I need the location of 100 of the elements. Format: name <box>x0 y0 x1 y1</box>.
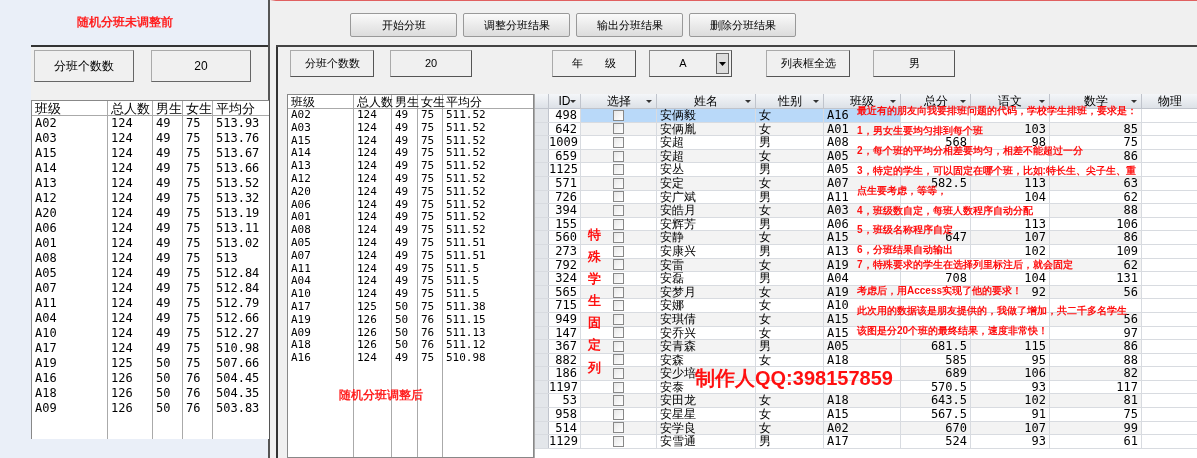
filter-arrow-icon[interactable] <box>960 100 966 103</box>
class-count-button[interactable]: 分班个数数 <box>34 50 134 82</box>
annotation-text: 1，男女生要均匀排到每个班 <box>857 125 983 136</box>
checkbox[interactable] <box>613 422 624 434</box>
checkbox[interactable] <box>613 313 624 325</box>
filter-arrow-icon[interactable] <box>1039 100 1045 103</box>
checkbox[interactable] <box>613 109 624 121</box>
filter-arrow-icon[interactable] <box>1131 100 1137 103</box>
table-cell-text: 75 <box>185 341 202 356</box>
gender-button[interactable]: 男 <box>873 50 955 77</box>
class-count-button[interactable]: 分班个数数 <box>290 50 374 77</box>
checkbox[interactable] <box>613 259 624 271</box>
vertical-caption: 特殊学生固定列 <box>588 226 601 377</box>
column-header[interactable]: 男生 <box>392 95 418 108</box>
column-header[interactable]: 女生 <box>418 95 443 108</box>
column-header[interactable]: 女生 <box>183 101 213 115</box>
checkbox[interactable] <box>613 245 624 257</box>
checkbox[interactable] <box>613 340 624 352</box>
table-cell: 62 <box>1123 257 1138 272</box>
column-header[interactable]: 性别 <box>756 94 824 108</box>
column-header[interactable]: 物理 <box>1142 94 1197 108</box>
annotation-text: 3，特定的学生，可以固定在哪个班，比如:特长生、尖子生、重 <box>857 165 1136 176</box>
table-cell-text: 512.84 <box>215 266 261 281</box>
checkbox[interactable] <box>613 191 624 203</box>
column-header[interactable]: 选择 <box>581 94 657 108</box>
table-cell-text: 75 <box>185 311 202 326</box>
class-count-value-button[interactable]: 20 <box>151 50 251 82</box>
column-header[interactable]: ID <box>549 94 581 108</box>
table-cell: 1129 <box>549 434 578 449</box>
table-cell-text: 49 <box>155 116 172 131</box>
table-cell-text: A17 <box>34 341 58 356</box>
checkbox[interactable] <box>613 164 624 176</box>
combo-value: A <box>678 56 688 72</box>
table-cell: A13 <box>827 243 849 258</box>
checkbox[interactable] <box>613 177 624 189</box>
dropdown-button[interactable] <box>716 53 729 74</box>
checkbox[interactable] <box>613 300 624 312</box>
table-cell-text: 511.52 <box>445 121 487 135</box>
table-cell: A02 <box>827 420 849 435</box>
table-cell: A15 <box>827 311 849 326</box>
checkbox[interactable] <box>613 381 624 393</box>
checkbox[interactable] <box>613 395 624 407</box>
table-cell-text: A18 <box>34 386 58 401</box>
action-button[interactable]: 开始分班 <box>350 13 457 37</box>
column-header[interactable]: 男生 <box>153 101 183 115</box>
filter-arrow-icon[interactable] <box>890 100 896 103</box>
filter-arrow-icon[interactable] <box>745 100 751 103</box>
checkbox[interactable] <box>613 123 624 135</box>
action-button[interactable]: 输出分班结果 <box>576 13 683 37</box>
table-cell-text: A07 <box>34 281 58 296</box>
checkbox[interactable] <box>613 232 624 244</box>
grade-button[interactable]: 年 级 <box>552 50 636 77</box>
table-cell-text: 513 <box>215 251 239 266</box>
table-cell-text: 512.84 <box>215 281 261 296</box>
filter-arrow-icon[interactable] <box>570 100 576 103</box>
table-cell: 92 <box>1031 284 1046 299</box>
table-cell: 106 <box>1024 366 1046 381</box>
checkbox[interactable] <box>613 218 624 230</box>
filter-arrow-icon[interactable] <box>813 100 819 103</box>
column-header[interactable]: 班级 <box>32 101 108 115</box>
table-cell-text: 511.52 <box>445 147 487 161</box>
table-cell-text: 126 <box>110 371 134 386</box>
filter-arrow-icon[interactable] <box>646 100 652 103</box>
table-cell-text: A14 <box>34 161 58 176</box>
checkbox[interactable] <box>613 436 624 448</box>
table-cell-text: 124 <box>356 160 378 173</box>
checkbox[interactable] <box>613 327 624 339</box>
checkbox[interactable] <box>613 368 624 380</box>
column-header[interactable]: 总人数 <box>108 101 153 115</box>
select-all-button[interactable]: 列表框全选 <box>766 50 850 77</box>
checkbox[interactable] <box>613 286 624 298</box>
table-cell-text: 49 <box>394 288 410 301</box>
table-cell: 75 <box>1123 135 1138 150</box>
action-button[interactable]: 调整分班结果 <box>463 13 570 37</box>
column-header[interactable]: 姓名 <box>657 94 756 108</box>
table-cell-text: 49 <box>394 352 410 365</box>
column-header[interactable]: 班级 <box>288 95 354 108</box>
column-header[interactable]: 总人数 <box>354 95 392 108</box>
action-button[interactable]: 删除分班结果 <box>689 13 796 37</box>
table-cell: 113 <box>1024 216 1046 231</box>
table-cell: 1197 <box>549 379 578 394</box>
class-count-value-button[interactable]: 20 <box>390 50 472 77</box>
checkbox[interactable] <box>613 408 624 420</box>
checkbox[interactable] <box>613 354 624 366</box>
table-cell: A18 <box>827 352 849 367</box>
grade-combo[interactable]: A <box>649 50 732 77</box>
table-cell: 726 <box>555 189 577 204</box>
checkbox[interactable] <box>613 204 624 216</box>
table-cell: A11 <box>827 189 849 204</box>
checkbox[interactable] <box>613 150 624 162</box>
table-cell-text: 126 <box>110 401 134 416</box>
table-cell: 107 <box>1024 230 1046 245</box>
checkbox[interactable] <box>613 272 624 284</box>
table-cell-text: 75 <box>420 224 436 237</box>
table-cell-text: 124 <box>356 224 378 237</box>
table-cell-text: 124 <box>110 146 134 161</box>
table-cell-text: 75 <box>420 109 436 122</box>
checkbox[interactable] <box>613 137 624 148</box>
name-cell: 安静 <box>657 231 756 244</box>
column-header[interactable]: 平均分 <box>213 101 269 115</box>
